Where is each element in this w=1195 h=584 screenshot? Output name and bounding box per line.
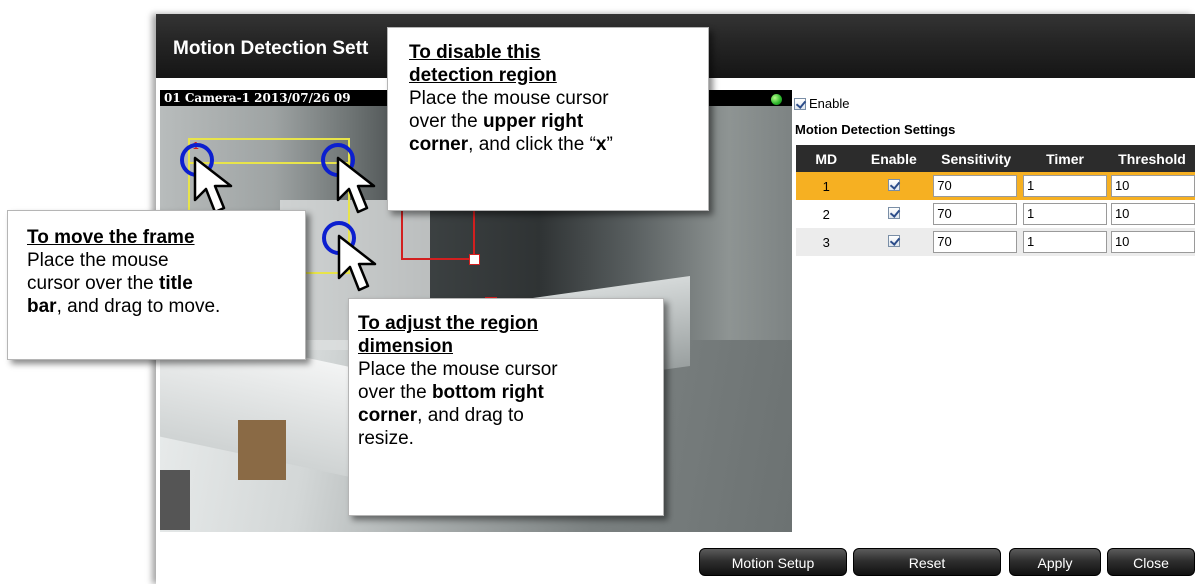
callout-heading: dimension xyxy=(358,336,454,357)
callout-move-frame: To move the frame Place the mouse cursor… xyxy=(7,210,306,360)
threshold-input[interactable]: 10 xyxy=(1110,175,1195,197)
threshold-input[interactable]: 10 xyxy=(1110,231,1195,253)
threshold-cell: 10 xyxy=(1108,200,1195,228)
callout-text: over the xyxy=(358,382,432,403)
motion-detection-table: MD Enable Sensitivity Timer Threshold 1 … xyxy=(796,145,1195,256)
camera-cardboard-box xyxy=(238,420,286,480)
enable-cell xyxy=(856,172,932,200)
md-number: 3 xyxy=(796,228,857,256)
column-header-enable: Enable xyxy=(856,145,932,172)
threshold-cell: 10 xyxy=(1108,172,1195,200)
timer-input[interactable]: 1 xyxy=(1023,231,1108,253)
callout-bold-text: bar xyxy=(27,296,57,317)
timer-input[interactable]: 1 xyxy=(1023,203,1108,225)
sensitivity-input[interactable]: 70 xyxy=(933,231,1018,253)
callout-bold-text: corner xyxy=(409,134,469,155)
column-header-md: MD xyxy=(796,145,857,172)
camera-overlay-text: 01 Camera-1 2013/07/26 09 xyxy=(164,91,351,105)
enable-label: Enable xyxy=(809,96,850,111)
arrow-cursor-icon xyxy=(193,156,233,214)
callout-bold-text: bottom right xyxy=(431,382,544,403)
window-title: Motion Detection Sett xyxy=(173,38,369,59)
checkbox-checked-icon[interactable] xyxy=(887,234,900,247)
sensitivity-cell: 70 xyxy=(931,228,1022,256)
callout-text: , and drag to xyxy=(417,405,524,426)
column-header-sensitivity: Sensitivity xyxy=(931,145,1022,172)
checkbox-checked-icon[interactable] xyxy=(794,97,806,110)
timer-cell: 1 xyxy=(1021,228,1109,256)
arrow-cursor-icon xyxy=(336,156,376,214)
arrow-cursor-icon xyxy=(337,234,377,292)
screenshot-stage: Motion Detection Sett 01 Camera-1 2013/0… xyxy=(0,0,1195,584)
motion-setup-button[interactable]: Motion Setup xyxy=(699,548,847,576)
table-header-row: MD Enable Sensitivity Timer Threshold xyxy=(796,145,1195,172)
callout-disable-region: To disable this detection region Place t… xyxy=(387,27,709,211)
checkbox-checked-icon[interactable] xyxy=(887,206,900,219)
timer-input[interactable]: 1 xyxy=(1023,175,1108,197)
callout-line: cursor over the title xyxy=(27,272,295,295)
callout-heading: detection region xyxy=(409,65,557,86)
callout-bold-text: x xyxy=(595,134,607,155)
callout-heading: To adjust the region xyxy=(358,313,539,334)
table-row[interactable]: 2 70 1 10 xyxy=(796,200,1195,228)
sensitivity-cell: 70 xyxy=(931,172,1022,200)
callout-adjust-dimension: To adjust the region dimension Place the… xyxy=(348,298,664,516)
region-resize-handle[interactable] xyxy=(469,254,480,265)
callout-line: corner, and click the “x” xyxy=(409,133,698,156)
callout-line: bar, and drag to move. xyxy=(27,295,295,318)
callout-text: Place the mouse xyxy=(27,250,169,271)
callout-heading: To move the frame xyxy=(27,227,195,248)
callout-text: Place the mouse cursor xyxy=(409,88,609,109)
camera-pillar xyxy=(160,470,190,530)
apply-button[interactable]: Apply xyxy=(1009,548,1101,576)
md-number: 1 xyxy=(796,172,857,200)
callout-line: Place the mouse cursor xyxy=(409,87,698,110)
table-row[interactable]: 1 70 1 10 xyxy=(796,172,1195,200)
callout-line: Place the mouse xyxy=(27,249,295,272)
sensitivity-cell: 70 xyxy=(931,200,1022,228)
enable-cell xyxy=(856,228,932,256)
status-dot-icon xyxy=(771,94,782,105)
callout-text: cursor over the xyxy=(27,273,159,294)
callout-line: over the upper right xyxy=(409,110,698,133)
checkbox-checked-icon[interactable] xyxy=(887,178,900,191)
close-button[interactable]: Close xyxy=(1107,548,1195,576)
callout-text: ” xyxy=(606,134,613,155)
callout-text: resize. xyxy=(358,428,414,449)
callout-text: over the xyxy=(409,111,483,132)
timer-cell: 1 xyxy=(1021,172,1109,200)
callout-heading: To disable this xyxy=(409,42,541,63)
enable-toggle[interactable]: Enable xyxy=(794,96,849,111)
threshold-cell: 10 xyxy=(1108,228,1195,256)
md-number: 2 xyxy=(796,200,857,228)
enable-cell xyxy=(856,200,932,228)
reset-button[interactable]: Reset xyxy=(853,548,1001,576)
callout-line: over the bottom right xyxy=(358,381,653,404)
section-title: Motion Detection Settings xyxy=(795,122,956,137)
column-header-threshold: Threshold xyxy=(1108,145,1195,172)
table-row[interactable]: 3 70 1 10 xyxy=(796,228,1195,256)
threshold-input[interactable]: 10 xyxy=(1110,203,1195,225)
callout-line: resize. xyxy=(358,427,653,450)
column-header-timer: Timer xyxy=(1021,145,1109,172)
callout-text: Place the mouse cursor xyxy=(358,359,558,380)
callout-line: corner, and drag to xyxy=(358,404,653,427)
callout-bold-text: upper right xyxy=(482,111,584,132)
callout-bold-text: corner xyxy=(358,405,418,426)
callout-text: , and click the “ xyxy=(468,134,596,155)
callout-text: , and drag to move. xyxy=(56,296,221,317)
sensitivity-input[interactable]: 70 xyxy=(933,203,1018,225)
callout-bold-text: title xyxy=(159,273,193,294)
callout-line: Place the mouse cursor xyxy=(358,358,653,381)
sensitivity-input[interactable]: 70 xyxy=(933,175,1018,197)
timer-cell: 1 xyxy=(1021,200,1109,228)
